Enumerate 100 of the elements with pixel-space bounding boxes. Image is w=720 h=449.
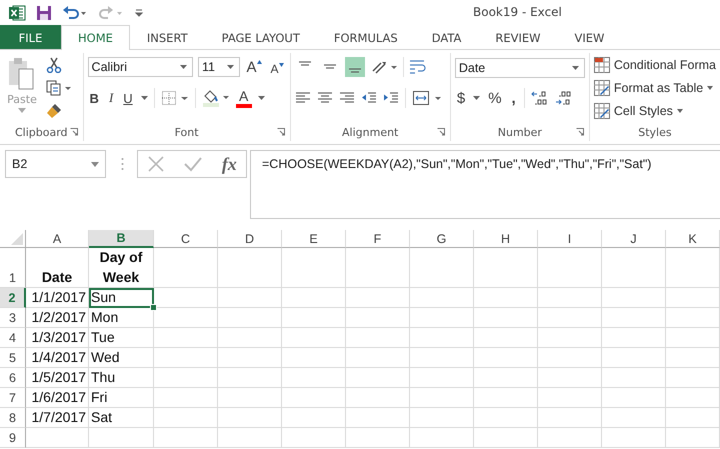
ribbon-tab[interactable]: FORMULAS (316, 25, 415, 49)
currency-button[interactable]: $ (454, 90, 468, 106)
table-cell (346, 368, 410, 388)
styles-menu-button[interactable]: Cell Styles (594, 101, 716, 121)
caret-icon[interactable] (226, 65, 234, 69)
merge-cells-icon[interactable] (412, 90, 442, 106)
column-header[interactable]: D (218, 230, 282, 248)
comma-button[interactable]: , (510, 90, 518, 106)
table-cell (282, 248, 346, 288)
column-header[interactable]: B (89, 230, 154, 248)
column-header[interactable]: G (410, 230, 474, 248)
table-cell (282, 368, 346, 388)
ribbon-tab[interactable]: INSERT (130, 25, 205, 49)
row-header[interactable]: 6 (0, 368, 26, 388)
name-box[interactable]: B2 (5, 150, 106, 178)
table-cell (154, 308, 218, 328)
table-cell (218, 308, 282, 328)
dialog-launcher-icon[interactable] (276, 128, 285, 136)
row-header[interactable]: 3 (0, 308, 26, 328)
row-header[interactable]: 2 (0, 288, 26, 308)
table-cell (282, 388, 346, 408)
percent-button[interactable]: % (486, 90, 504, 106)
scissors-icon[interactable] (46, 57, 62, 73)
up-triangle-icon[interactable] (256, 60, 262, 64)
row-header[interactable]: 8 (0, 408, 26, 428)
table-cell: Tue (89, 328, 154, 348)
italic-button[interactable]: I (106, 90, 116, 106)
down-triangle-icon[interactable] (278, 62, 284, 66)
caret-icon[interactable] (707, 86, 714, 90)
wrap-text-icon[interactable] (408, 59, 427, 75)
styles-menu-button[interactable]: Format as Table (594, 78, 716, 98)
formula-field[interactable]: =CHOOSE(WEEKDAY(A2),"Sun","Mon","Tue","Wed","Thu","Fri","Sat") (250, 150, 720, 219)
caret-icon[interactable] (572, 66, 579, 70)
grow-font-button[interactable]: A (244, 58, 264, 76)
number-format-dropdown[interactable]: Date (454, 58, 585, 78)
undo-icon[interactable] (62, 4, 88, 20)
column-header[interactable]: K (666, 230, 720, 248)
table-cell (410, 248, 474, 288)
insert-function-button[interactable]: fx (222, 154, 237, 174)
table-icon[interactable] (594, 80, 610, 96)
ribbon-tab[interactable]: FILE (0, 25, 61, 49)
dialog-launcher-icon[interactable] (70, 128, 78, 136)
column-header[interactable]: H (474, 230, 538, 248)
table-cell (346, 388, 410, 408)
row-header[interactable]: 7 (0, 388, 26, 408)
table-cell (154, 328, 218, 348)
font-name-dropdown[interactable]: Calibri (88, 57, 194, 77)
table-cell (474, 428, 538, 448)
bold-button[interactable]: B (88, 90, 101, 106)
table-cell (218, 388, 282, 408)
fill-color-icon[interactable] (202, 89, 230, 107)
dialog-launcher-icon[interactable] (576, 128, 584, 136)
table-cell (89, 428, 154, 448)
enter-check-icon[interactable] (183, 155, 204, 173)
table-icon[interactable] (594, 57, 610, 73)
orientation-icon[interactable] (370, 59, 398, 75)
decrease-decimal-icon[interactable] (554, 90, 573, 106)
table-cell (410, 408, 474, 428)
table-icon[interactable] (594, 103, 610, 119)
table-cell (474, 308, 538, 328)
caret-icon[interactable] (91, 162, 99, 166)
table-cell (666, 388, 720, 408)
increase-decimal-icon[interactable] (530, 90, 549, 106)
ribbon-tab[interactable]: PAGE LAYOUT (204, 25, 317, 49)
table-cell (154, 388, 218, 408)
ribbon-tab[interactable]: VIEW (558, 25, 622, 49)
font-color-button[interactable]: A (236, 88, 252, 108)
table-cell (474, 328, 538, 348)
table-cell (666, 308, 720, 328)
ribbon-tab[interactable]: DATA (414, 25, 478, 49)
caret-icon[interactable] (676, 109, 683, 113)
table-cell: Thu (89, 368, 154, 388)
caret-icon[interactable] (180, 65, 188, 69)
row-header[interactable]: 5 (0, 348, 26, 368)
column-header[interactable]: C (154, 230, 218, 248)
column-header[interactable]: F (346, 230, 410, 248)
table-cell (666, 328, 720, 348)
column-header[interactable]: E (282, 230, 346, 248)
column-header[interactable]: J (602, 230, 666, 248)
caret-icon[interactable] (258, 96, 265, 100)
caret-icon[interactable] (140, 96, 148, 100)
font-size-dropdown[interactable]: 11 (198, 57, 240, 77)
row-header[interactable]: 9 (0, 428, 26, 448)
shrink-font-button[interactable]: A (268, 62, 286, 76)
caret-icon[interactable] (473, 96, 480, 100)
table-cell (666, 248, 720, 288)
borders-icon[interactable] (160, 90, 189, 106)
format-painter-icon[interactable] (46, 103, 62, 119)
styles-menu-button[interactable]: Conditional Forma (594, 55, 716, 75)
row-header[interactable]: 4 (0, 328, 26, 348)
save-icon[interactable] (36, 4, 52, 20)
column-header[interactable]: I (538, 230, 602, 248)
ribbon-tab[interactable]: HOME (61, 25, 130, 50)
dialog-launcher-icon[interactable] (436, 128, 445, 136)
table-cell (218, 248, 282, 288)
copy-icon[interactable] (46, 80, 72, 96)
grip-icon[interactable] (121, 157, 124, 171)
underline-button[interactable]: U (121, 90, 135, 106)
ribbon-tab[interactable]: REVIEW (478, 25, 558, 49)
fill-handle[interactable] (150, 304, 157, 311)
